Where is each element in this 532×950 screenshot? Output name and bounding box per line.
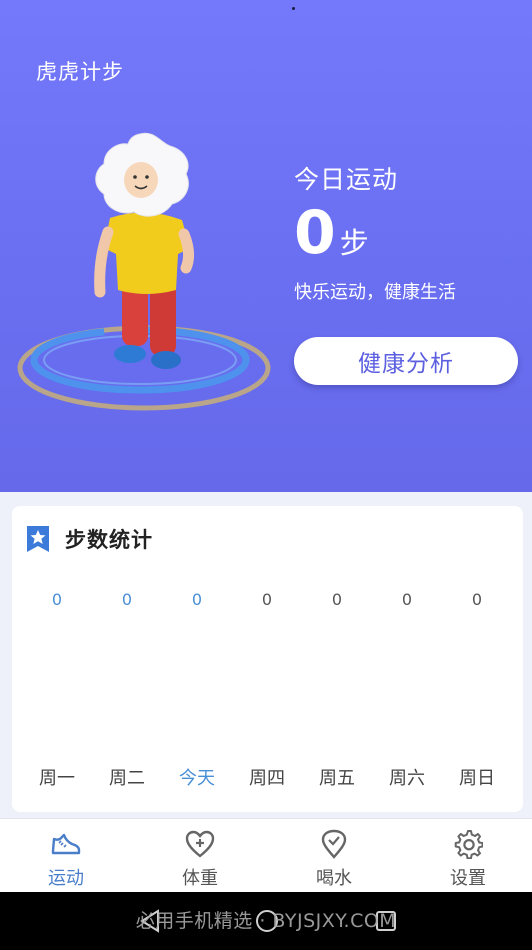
- bottom-tab-bar: 运动 体重 喝水 设置: [0, 818, 532, 892]
- weekday-label-tue: 周二: [109, 768, 145, 789]
- motto-text: 快乐运动，健康生活: [294, 282, 456, 303]
- tab-label-settings: 设置: [450, 868, 486, 889]
- daily-value-sun: 0: [471, 590, 483, 609]
- mascot-illustration: [17, 132, 271, 411]
- daily-value-tue: 0: [121, 590, 133, 609]
- gear-icon: [454, 830, 483, 859]
- today-label: 今日运动: [294, 165, 399, 194]
- weekday-label-thu: 周四: [249, 768, 285, 789]
- daily-value-thu: 0: [261, 590, 273, 609]
- weekday-label-sun: 周日: [459, 768, 495, 789]
- step-unit: 步: [339, 226, 369, 260]
- tab-exercise[interactable]: 运动: [16, 819, 116, 893]
- stats-title: 步数统计: [65, 528, 153, 552]
- weekday-labels-row: 周一 周二 今天 周四 周五 周六 周日: [12, 764, 523, 790]
- location-check-icon: [321, 829, 347, 859]
- tab-weight[interactable]: 体重: [150, 819, 250, 893]
- app-title: 虎虎计步: [36, 60, 124, 84]
- star-badge-icon: [27, 526, 49, 552]
- daily-value-today: 0: [191, 590, 203, 609]
- step-stats-card: 步数统计 0 0 0 0 0 0 0 周一 周二 今天 周四 周五 周六 周日: [12, 506, 523, 812]
- status-indicator: [292, 7, 295, 10]
- hero-banner: 虎虎计步 今日运动 0 步 快乐运动，健康生活 健康分析: [0, 0, 532, 492]
- weekday-label-today: 今天: [179, 768, 215, 789]
- watermark-text: 必用手机精选 · BYJSJXY.COM: [135, 910, 397, 932]
- heart-plus-icon: [185, 830, 215, 858]
- health-analysis-button[interactable]: 健康分析: [294, 337, 518, 385]
- daily-value-sat: 0: [401, 590, 413, 609]
- stats-header: 步数统计: [25, 524, 153, 554]
- step-count-display: 0 步: [294, 196, 369, 270]
- tab-settings[interactable]: 设置: [418, 819, 518, 893]
- tab-water[interactable]: 喝水: [284, 819, 384, 893]
- weekday-label-fri: 周五: [319, 768, 355, 789]
- daily-value-fri: 0: [331, 590, 343, 609]
- daily-values-row: 0 0 0 0 0 0 0: [12, 590, 523, 614]
- tab-label-water: 喝水: [316, 868, 352, 889]
- daily-value-mon: 0: [51, 590, 63, 609]
- sneaker-icon: [51, 833, 81, 855]
- weekday-label-sat: 周六: [389, 768, 425, 789]
- weekday-label-mon: 周一: [39, 768, 75, 789]
- tab-label-exercise: 运动: [48, 868, 84, 889]
- system-navigation-bar: 必用手机精选 · BYJSJXY.COM: [0, 892, 532, 950]
- step-count: 0: [294, 198, 336, 268]
- tab-label-weight: 体重: [182, 868, 218, 889]
